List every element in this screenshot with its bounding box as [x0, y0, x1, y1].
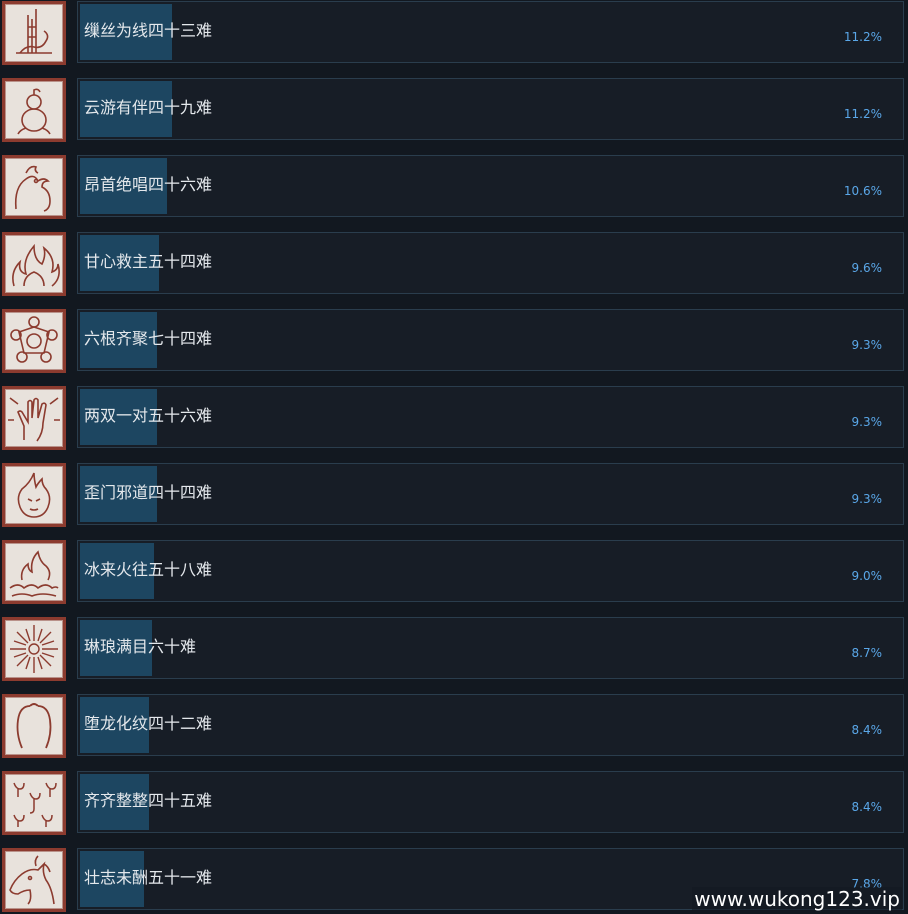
achievement-row[interactable]: 冰来火往五十八难 9.0% [0, 539, 908, 605]
horse-head-icon [2, 848, 66, 912]
starburst-icon [2, 617, 66, 681]
achievement-bar: 云游有伴四十九难 11.2% [77, 78, 904, 140]
achievement-percent: 9.0% [851, 569, 883, 583]
tower-icon [2, 1, 66, 65]
achievement-row[interactable]: 六根齐聚七十四难 9.3% [0, 308, 908, 374]
achievement-name: 云游有伴四十九难 [84, 98, 213, 117]
achievement-percent: 9.3% [851, 415, 883, 429]
achievement-list: 缫丝为线四十三难 11.2% 云游有伴四十九难 11.2% 昂首绝唱四十六难 1… [0, 0, 908, 914]
achievement-percent: 9.6% [851, 261, 883, 275]
achievement-row[interactable]: 缫丝为线四十三难 11.2% [0, 0, 908, 66]
achievement-bar: 甘心救主五十四难 9.6% [77, 232, 904, 294]
watermark-text: www.wukong123.vip [692, 887, 902, 911]
achievement-bar: 歪门邪道四十四难 9.3% [77, 463, 904, 525]
achievement-bar: 昂首绝唱四十六难 10.6% [77, 155, 904, 217]
achievement-percent: 9.3% [851, 338, 883, 352]
achievement-bar: 齐齐整整四十五难 8.4% [77, 771, 904, 833]
hand-icon [2, 386, 66, 450]
dragon-whiskers-icon [2, 694, 66, 758]
achievement-name: 堕龙化纹四十二难 [84, 714, 213, 733]
achievement-name: 两双一对五十六难 [84, 406, 213, 425]
achievement-name: 六根齐聚七十四难 [84, 329, 213, 348]
achievement-row[interactable]: 两双一对五十六难 9.3% [0, 385, 908, 451]
achievement-name: 冰来火往五十八难 [84, 560, 213, 579]
achievement-percent: 10.6% [843, 184, 882, 198]
achievement-name: 壮志未酬五十一难 [84, 868, 213, 887]
achievement-row[interactable]: 甘心救主五十四难 9.6% [0, 231, 908, 297]
achievement-percent: 11.2% [843, 30, 882, 44]
achievement-percent: 11.2% [843, 107, 882, 121]
achievement-bar: 两双一对五十六难 9.3% [77, 386, 904, 448]
six-circles-icon [2, 309, 66, 373]
achievement-percent: 8.4% [851, 800, 883, 814]
flames-icon [2, 232, 66, 296]
gourd-icon [2, 78, 66, 142]
achievement-name: 甘心救主五十四难 [84, 252, 213, 271]
achievement-percent: 8.4% [851, 723, 883, 737]
achievement-row[interactable]: 歪门邪道四十四难 9.3% [0, 462, 908, 528]
achievement-row[interactable]: 齐齐整整四十五难 8.4% [0, 770, 908, 836]
achievement-bar: 缫丝为线四十三难 11.2% [77, 1, 904, 63]
achievement-name: 歪门邪道四十四难 [84, 483, 213, 502]
achievement-row[interactable]: 堕龙化纹四十二难 8.4% [0, 693, 908, 759]
rooster-icon [2, 155, 66, 219]
achievement-name: 缫丝为线四十三难 [84, 21, 213, 40]
achievement-bar: 六根齐聚七十四难 9.3% [77, 309, 904, 371]
achievement-bar: 堕龙化纹四十二难 8.4% [77, 694, 904, 756]
achievement-name: 琳琅满目六十难 [84, 637, 197, 656]
achievement-row[interactable]: 琳琅满目六十难 8.7% [0, 616, 908, 682]
scorpions-icon [2, 771, 66, 835]
achievement-row[interactable]: 云游有伴四十九难 11.2% [0, 77, 908, 143]
achievement-bar: 琳琅满目六十难 8.7% [77, 617, 904, 679]
flame-face-icon [2, 463, 66, 527]
achievement-percent: 8.7% [851, 646, 883, 660]
achievement-name: 昂首绝唱四十六难 [84, 175, 213, 194]
achievement-name: 齐齐整整四十五难 [84, 791, 213, 810]
fire-ice-icon [2, 540, 66, 604]
achievement-row[interactable]: 昂首绝唱四十六难 10.6% [0, 154, 908, 220]
achievement-bar: 冰来火往五十八难 9.0% [77, 540, 904, 602]
achievement-percent: 9.3% [851, 492, 883, 506]
